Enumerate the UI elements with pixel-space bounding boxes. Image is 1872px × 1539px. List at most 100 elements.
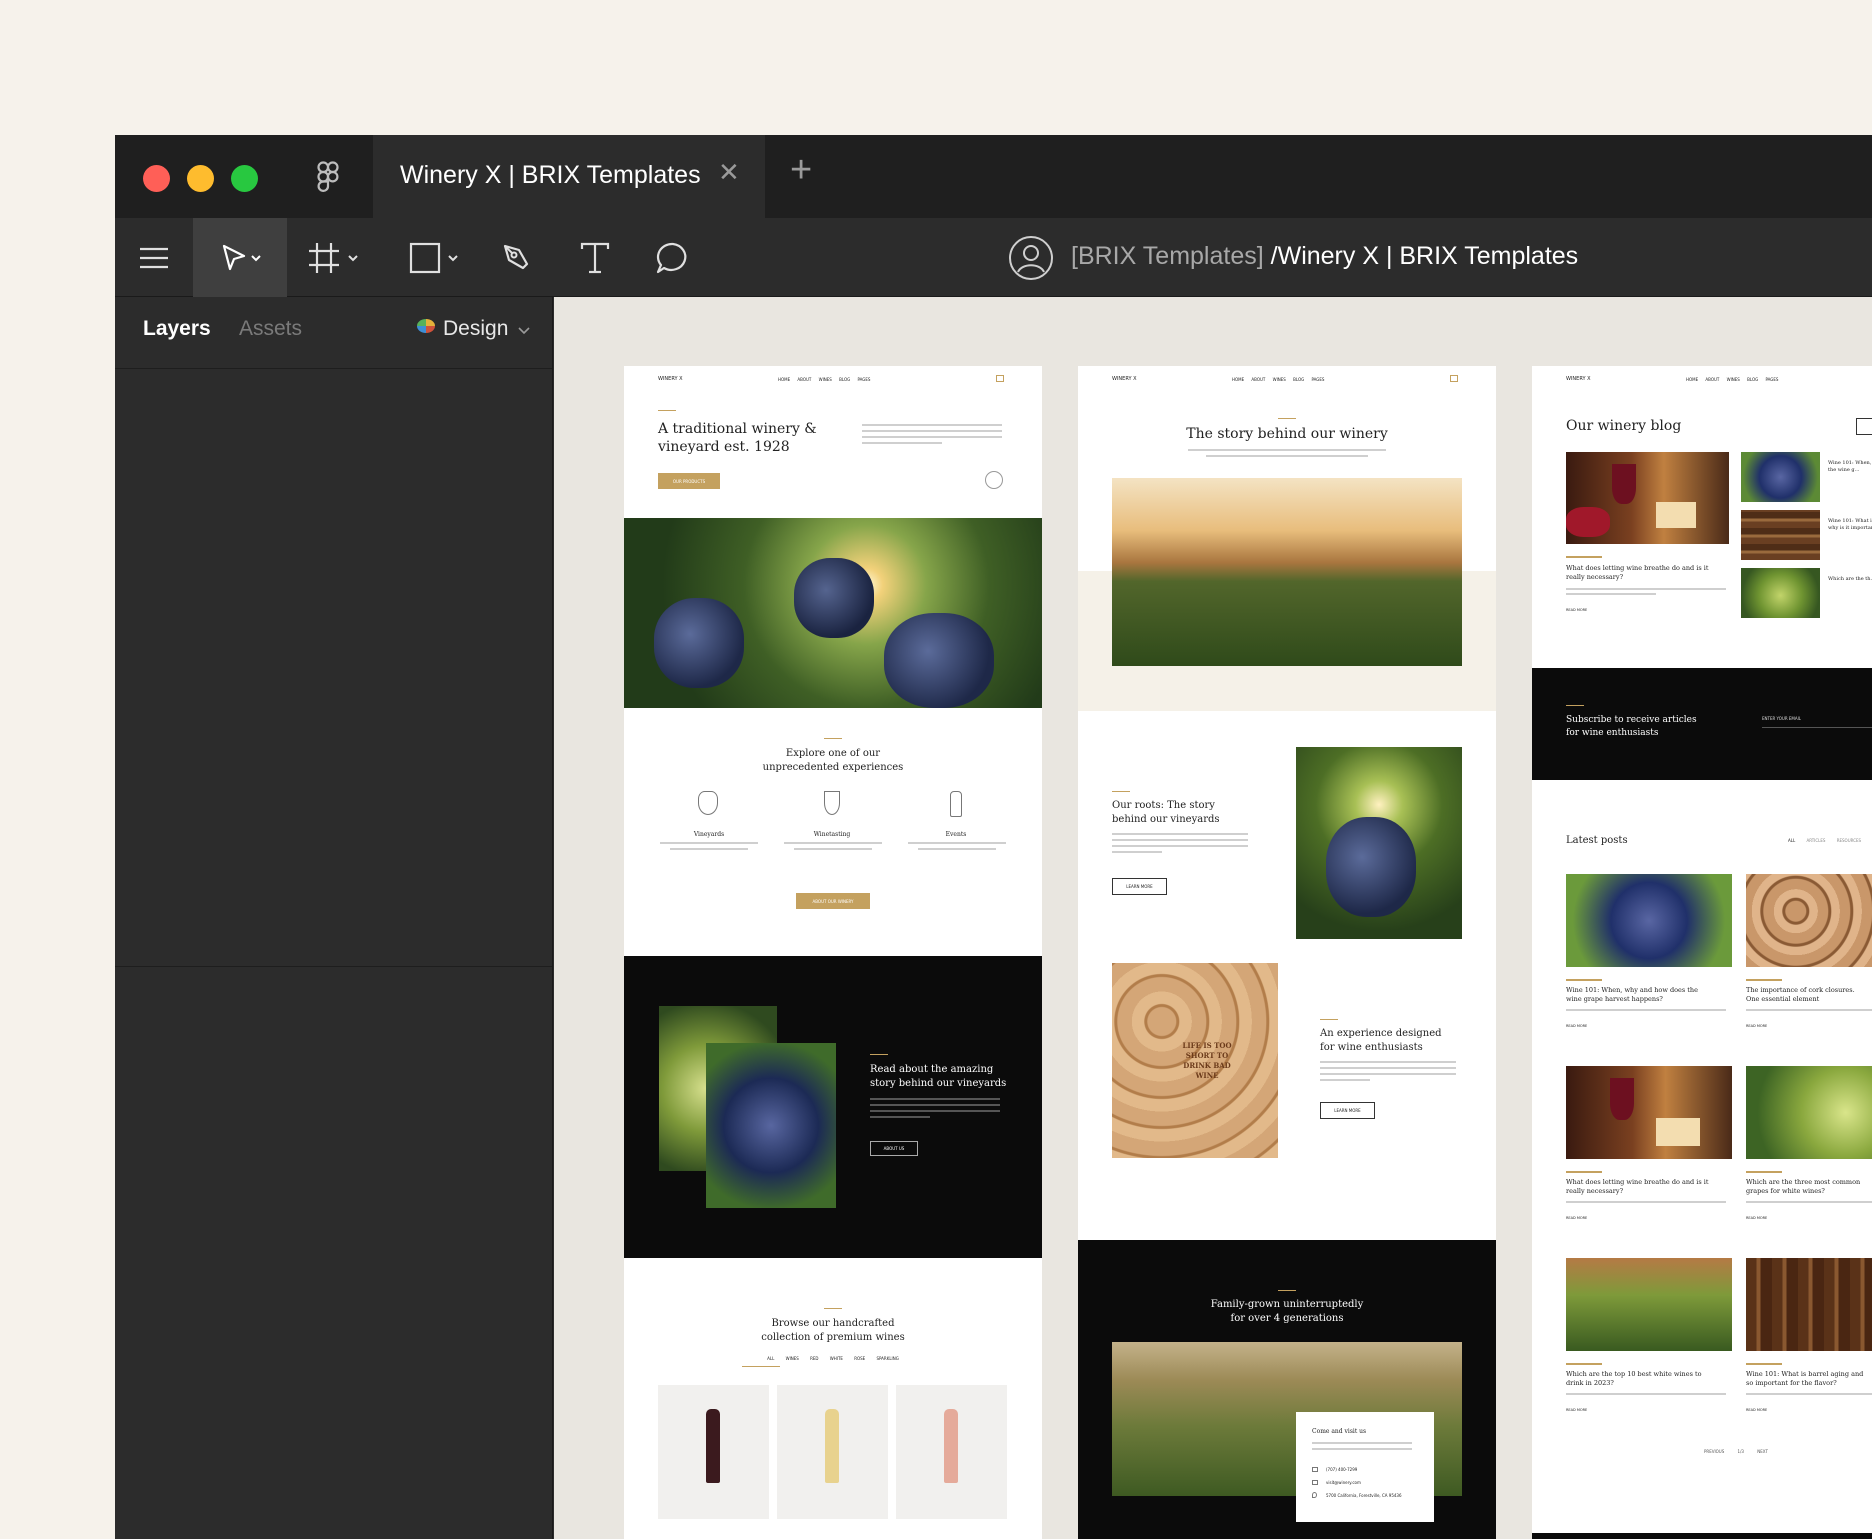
chevron-down-icon[interactable]: [518, 327, 530, 335]
visit-phone[interactable]: (707) 400-7299: [1326, 1467, 1357, 1472]
roots-learn-more-button[interactable]: LEARN MORE: [1112, 878, 1167, 895]
frame-blog[interactable]: WINERY X HOME ABOUT WINES BLOG PAGES Our…: [1532, 366, 1872, 1539]
hero-lorem: [862, 442, 942, 444]
grape-cluster: [654, 598, 744, 688]
feature-lorem: [918, 848, 996, 850]
featured-lorem: [1566, 593, 1656, 595]
comment-tool-button[interactable]: [643, 218, 703, 297]
side-post-title-2[interactable]: Wine 101: What is barrel aging and why i…: [1828, 518, 1872, 540]
post-read-more[interactable]: READ MORE: [1566, 1408, 1587, 1412]
about-title: The story behind our winery: [1186, 426, 1388, 442]
post-read-more[interactable]: READ MORE: [1566, 1024, 1587, 1028]
tab-layers[interactable]: Layers: [143, 317, 211, 341]
pagination-next[interactable]: NEXT: [1757, 1449, 1768, 1454]
maximize-window-button[interactable]: [231, 165, 258, 192]
post-title-4[interactable]: Which are the three most common grapes fo…: [1746, 1178, 1872, 1196]
wine-card-white[interactable]: [777, 1385, 888, 1519]
hero-button[interactable]: OUR PRODUCTS: [658, 473, 720, 489]
story-lorem: [870, 1104, 1000, 1106]
nav-pages: PAGES: [857, 377, 871, 382]
user-avatar-icon[interactable]: [1008, 235, 1054, 281]
roots-lorem: [1112, 845, 1248, 847]
about-us-button[interactable]: ABOUT US: [870, 1141, 918, 1156]
frame-home[interactable]: WINERY X HOME ABOUT WINES BLOG PAGES A t…: [624, 366, 1042, 1539]
post-title-5[interactable]: Which are the top 10 best white wines to…: [1566, 1370, 1742, 1388]
post-title-3[interactable]: What does letting wine breathe do and is…: [1566, 1178, 1742, 1196]
new-tab-icon[interactable]: +: [790, 151, 812, 189]
breadcrumb-separator: /: [1263, 242, 1278, 270]
location-icon: [1312, 1492, 1317, 1498]
side-post-title-3[interactable]: Which are the th... white wines fo...: [1828, 576, 1872, 592]
tab-assets[interactable]: Assets: [239, 317, 302, 341]
experience-learn-more-button[interactable]: LEARN MORE: [1320, 1102, 1375, 1119]
wine-card-rose[interactable]: [896, 1385, 1007, 1519]
latest-posts-title: Latest posts: [1566, 835, 1628, 846]
filter-white[interactable]: WHITE: [830, 1356, 843, 1361]
post-read-more[interactable]: READ MORE: [1746, 1024, 1767, 1028]
filter-all[interactable]: ALL WINES: [767, 1356, 799, 1361]
about-grapes-image: [1296, 747, 1462, 939]
feature-lorem: [784, 842, 882, 844]
breadcrumb-team[interactable]: [BRIX Templates]: [1071, 242, 1264, 270]
cheese-block: [1656, 1118, 1700, 1146]
pagination[interactable]: PREVIOUS 1/3 NEXT: [1704, 1449, 1768, 1454]
pagination-previous[interactable]: PREVIOUS: [1704, 1449, 1724, 1454]
post-image-4: [1746, 1066, 1872, 1159]
post-title-1-line1: Wine 101: When, why and how does the: [1566, 986, 1698, 994]
close-window-button[interactable]: [143, 165, 170, 192]
browse-title-line1: Browse our handcrafted: [771, 1318, 895, 1329]
post-title-1[interactable]: Wine 101: When, why and how does the wine…: [1566, 986, 1732, 1004]
featured-post-title[interactable]: What does letting wine breathe do and is…: [1566, 564, 1729, 582]
post-read-more[interactable]: READ MORE: [1746, 1408, 1767, 1412]
filter-rose[interactable]: ROSE: [854, 1356, 865, 1361]
post-read-more[interactable]: READ MORE: [1566, 1216, 1587, 1220]
cork-text-line2: SHORT TO: [1185, 1051, 1229, 1060]
category-all[interactable]: ALL: [1788, 838, 1795, 843]
breadcrumb-file[interactable]: Winery X | BRIX Templates: [1278, 242, 1579, 270]
close-tab-icon[interactable]: ✕: [718, 157, 740, 188]
main-menu-button[interactable]: [115, 218, 193, 297]
feature-winetasting: Winetasting: [813, 831, 851, 838]
file-tab[interactable]: Winery X | BRIX Templates ✕: [373, 135, 765, 218]
frame-tool-button[interactable]: [295, 218, 375, 297]
minimize-window-button[interactable]: [187, 165, 214, 192]
category-resources[interactable]: RESOURCES: [1837, 838, 1861, 843]
blog-navbar: WINERY X HOME ABOUT WINES BLOG PAGES: [1532, 366, 1872, 394]
about-winery-button[interactable]: ABOUT OUR WINERY: [796, 893, 870, 909]
post-title-6[interactable]: Wine 101: What is barrel aging and so imp…: [1746, 1370, 1872, 1388]
post-lorem: [1566, 1393, 1726, 1395]
grape-cluster: [884, 613, 994, 708]
browse-title-line2: collection of premium wines: [761, 1332, 905, 1343]
shape-tool-button[interactable]: [401, 218, 471, 297]
visit-email[interactable]: visit@winery.com: [1326, 1480, 1361, 1485]
post-lorem: [1566, 1009, 1726, 1011]
post-image-2: [1746, 874, 1872, 967]
subscribe-email-input[interactable]: ENTER YOUR EMAIL: [1762, 716, 1801, 721]
text-tool-button[interactable]: [565, 218, 625, 297]
pagination-page: 1/3: [1737, 1449, 1744, 1454]
blog-search-button[interactable]: [1856, 418, 1872, 435]
move-tool-button[interactable]: [193, 218, 287, 297]
design-canvas[interactable]: WINERY X HOME ABOUT WINES BLOG PAGES A t…: [554, 297, 1872, 1539]
subscribe-title: Subscribe to receive articles for wine en…: [1566, 714, 1697, 740]
side-post-title-1[interactable]: Wine 101: When, why and how does the win…: [1828, 460, 1872, 482]
wine-filters[interactable]: ALL WINES RED WHITE ROSE SPARKLING: [624, 1356, 1042, 1361]
pen-tool-button[interactable]: [487, 218, 547, 297]
panel-tabs: Layers Assets Design: [115, 297, 552, 369]
figma-logo-icon[interactable]: [317, 161, 339, 193]
category-articles[interactable]: ARTICLES: [1806, 838, 1825, 843]
post-title-2-line2: One essential element: [1746, 995, 1820, 1003]
filter-sparkling[interactable]: SPARKLING: [876, 1356, 898, 1361]
breadcrumb[interactable]: [BRIX Templates] /Winery X | BRIX Templa…: [1071, 242, 1578, 271]
post-read-more[interactable]: READ MORE: [1746, 1216, 1767, 1220]
featured-read-more[interactable]: READ MORE: [1566, 608, 1587, 612]
post-title-2[interactable]: The importance of cork closures. One esse…: [1746, 986, 1872, 1004]
category-filters[interactable]: ALL ARTICLES RESOURCES: [1788, 838, 1861, 843]
frame-about[interactable]: WINERY X HOME ABOUT WINES BLOG PAGES The…: [1078, 366, 1496, 1539]
filter-red[interactable]: RED: [810, 1356, 818, 1361]
home-nav-links: HOME ABOUT WINES BLOG PAGES: [778, 377, 870, 382]
design-dropdown[interactable]: Design: [443, 317, 508, 341]
wine-card-red[interactable]: [658, 1385, 769, 1519]
events-icon: [950, 791, 962, 817]
story-title: Read about the amazing story behind our v…: [870, 1063, 1006, 1091]
